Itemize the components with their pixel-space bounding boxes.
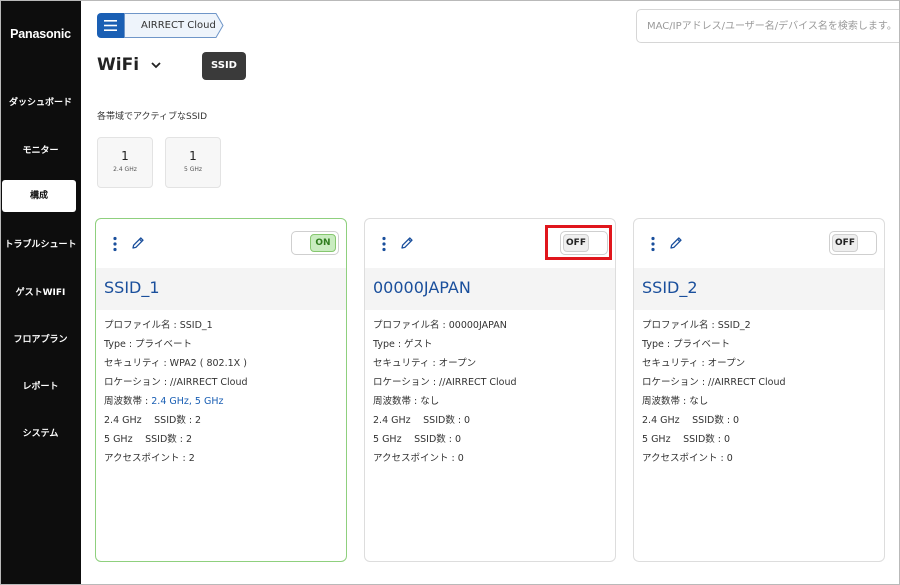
type-line: Type : ゲスト [373, 339, 433, 350]
band-count: 1 [189, 149, 197, 163]
ssid-toggle-switch[interactable]: OFF [829, 231, 877, 255]
pencil-icon[interactable] [669, 236, 683, 250]
ssid-tab-badge[interactable]: SSID [202, 52, 246, 80]
access-point-line: アクセスポイント : 2 [104, 453, 195, 464]
menu-button[interactable] [97, 13, 124, 38]
security-line: セキュリティ : WPA2 ( 802.1X ) [104, 358, 247, 369]
ssid-name-link[interactable]: SSID_1 [104, 278, 160, 297]
band-label: 5 GHz [183, 166, 203, 173]
sidebar-item-configuration[interactable]: 構成 [2, 180, 76, 212]
ssid-toggle-switch[interactable]: ON [291, 231, 339, 255]
access-point-line: アクセスポイント : 0 [373, 453, 464, 464]
frequency-line: 周波数帯 : なし [642, 396, 709, 407]
kebab-menu-icon[interactable] [111, 236, 119, 252]
sidebar: Panasonic ダッシュボード モニター 構成 トラブルシュート ゲストWI… [0, 0, 81, 585]
ssid-details: プロファイル名 : SSID_2 Type : プライベート セキュリティ : … [642, 320, 786, 472]
band-caption: 各帯域でアクティブなSSID [97, 112, 208, 122]
kebab-menu-icon[interactable] [649, 236, 657, 252]
search-box[interactable] [636, 9, 900, 43]
type-line: Type : プライベート [104, 339, 193, 350]
search-input[interactable] [637, 10, 900, 42]
ssid-count-5-line: 5 GHz SSID数 : 0 [642, 434, 731, 445]
ssid-toggle-switch[interactable]: OFF [560, 231, 608, 255]
sidebar-item-guest-wifi[interactable]: ゲストWIFI [0, 285, 81, 298]
ssid-count-5-line: 5 GHz SSID数 : 0 [373, 434, 462, 445]
profile-line: プロファイル名 : 00000JAPAN [373, 320, 507, 331]
chevron-down-icon [151, 61, 161, 68]
frequency-line: 周波数帯 : なし [373, 396, 440, 407]
sidebar-item-monitor[interactable]: モニター [0, 143, 81, 156]
ssid-count-24-line: 2.4 GHz SSID数 : 0 [642, 415, 740, 426]
security-line: セキュリティ : オープン [642, 358, 746, 369]
frequency-label: 周波数帯 : [104, 396, 152, 407]
wifi-dropdown[interactable]: WiFi [97, 55, 161, 75]
access-point-line: アクセスポイント : 0 [642, 453, 733, 464]
band-count: 1 [121, 149, 129, 163]
ssid-card: OFF SSID_2 プロファイル名 : SSID_2 Type : プライベー… [633, 218, 885, 562]
pencil-icon[interactable] [400, 236, 414, 250]
ssid-name-link[interactable]: SSID_2 [642, 278, 698, 297]
ssid-name-link[interactable]: 00000JAPAN [373, 278, 471, 297]
breadcrumb[interactable]: AIRRECT Cloud [124, 13, 224, 38]
band-label: 2.4 GHz [113, 166, 137, 173]
profile-line: プロファイル名 : SSID_1 [104, 320, 213, 331]
toggle-state-label: OFF [832, 234, 858, 252]
location-line: ロケーション : //AIRRECT Cloud [642, 377, 786, 388]
brand-logo: Panasonic [10, 27, 71, 41]
band-24ghz-box: 1 2.4 GHz [97, 137, 153, 188]
sidebar-item-system[interactable]: システム [0, 426, 81, 439]
ssid-card: OFF 00000JAPAN プロファイル名 : 00000JAPAN Type… [364, 218, 616, 562]
page-title: WiFi [97, 55, 140, 75]
ssid-count-24-line: 2.4 GHz SSID数 : 2 [104, 415, 202, 426]
ssid-details: プロファイル名 : SSID_1 Type : プライベート セキュリティ : … [104, 320, 248, 472]
ssid-count-24-line: 2.4 GHz SSID数 : 0 [373, 415, 471, 426]
toggle-state-label: ON [310, 234, 336, 252]
band-5ghz-box: 1 5 GHz [165, 137, 221, 188]
sidebar-item-report[interactable]: レポート [0, 379, 81, 392]
location-line: ロケーション : //AIRRECT Cloud [373, 377, 517, 388]
type-line: Type : プライベート [642, 339, 731, 350]
breadcrumb-label: AIRRECT Cloud [141, 20, 216, 31]
toggle-state-label: OFF [563, 234, 589, 252]
sidebar-item-dashboard[interactable]: ダッシュボード [0, 95, 81, 108]
frequency-value: 2.4 GHz, 5 GHz [151, 396, 224, 407]
ssid-card: ON SSID_1 プロファイル名 : SSID_1 Type : プライベート… [95, 218, 347, 562]
security-line: セキュリティ : オープン [373, 358, 477, 369]
ssid-details: プロファイル名 : 00000JAPAN Type : ゲスト セキュリティ :… [373, 320, 517, 472]
profile-line: プロファイル名 : SSID_2 [642, 320, 751, 331]
frequency-line: 周波数帯 : 2.4 GHz, 5 GHz [104, 396, 248, 415]
sidebar-item-floorplan[interactable]: フロアプラン [0, 332, 81, 345]
location-line: ロケーション : //AIRRECT Cloud [104, 377, 248, 388]
kebab-menu-icon[interactable] [380, 236, 388, 252]
pencil-icon[interactable] [131, 236, 145, 250]
hamburger-icon [104, 20, 117, 31]
sidebar-item-troubleshoot[interactable]: トラブルシュート [0, 237, 81, 250]
ssid-count-5-line: 5 GHz SSID数 : 2 [104, 434, 193, 445]
